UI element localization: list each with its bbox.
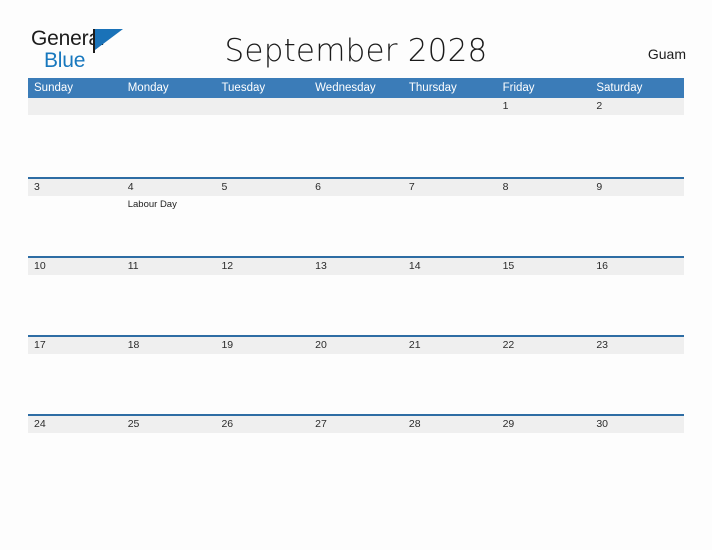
day-cell-24[interactable]: [28, 433, 122, 493]
week-event-band: [28, 354, 684, 414]
day-cell-empty: [28, 115, 122, 175]
day-number-12[interactable]: 12: [215, 258, 309, 275]
calendar-weeks: 1 2 3 4 5 6 7 8 9 Labour Day 10 11 12 13 14 15 16 17 18 19 2…: [28, 98, 684, 493]
day-number-14[interactable]: 14: [403, 258, 497, 275]
day-cell-3[interactable]: [28, 196, 122, 256]
day-cell-18[interactable]: [122, 354, 216, 414]
weekday-header-tuesday: Tuesday: [221, 82, 266, 94]
day-number-7[interactable]: 7: [403, 179, 497, 196]
day-number-15[interactable]: 15: [497, 258, 591, 275]
weekday-header-thursday: Thursday: [408, 82, 457, 94]
weekday-header-sunday: Sunday: [34, 82, 74, 94]
day-cell-1[interactable]: [497, 115, 591, 175]
calendar-week-row: 3 4 5 6 7 8 9 Labour Day: [28, 177, 684, 256]
day-number-30[interactable]: 30: [590, 416, 684, 433]
day-cell-5[interactable]: [215, 196, 309, 256]
day-number-empty: [309, 98, 403, 115]
week-date-band: 12: [28, 98, 684, 115]
day-number-5[interactable]: 5: [215, 179, 309, 196]
day-number-4[interactable]: 4: [122, 179, 216, 196]
day-cell-26[interactable]: [215, 433, 309, 493]
calendar-week-row: 17 18 19 20 21 22 23: [28, 335, 684, 414]
day-number-21[interactable]: 21: [403, 337, 497, 354]
weekday-header-row: Sunday Monday Tuesday Wednesday Thursday Frid…: [28, 78, 684, 98]
page-header: General Blue September 2028 Guam: [0, 0, 712, 78]
day-cell-empty: [403, 115, 497, 175]
day-number-23[interactable]: 23: [590, 337, 684, 354]
day-number-16[interactable]: 16: [590, 258, 684, 275]
day-cell-6[interactable]: [309, 196, 403, 256]
day-cell-28[interactable]: [403, 433, 497, 493]
day-number-empty: [28, 98, 122, 115]
day-number-18[interactable]: 18: [122, 337, 216, 354]
day-cell-16[interactable]: [590, 275, 684, 335]
day-cell-21[interactable]: [403, 354, 497, 414]
day-cell-12[interactable]: [215, 275, 309, 335]
day-cell-empty: [215, 115, 309, 175]
day-number-2[interactable]: 2: [590, 98, 684, 115]
day-number-empty: [403, 98, 497, 115]
calendar-week-row: 24 25 26 27 28 29 30: [28, 414, 684, 493]
week-date-band: 24 25 26 27 28 29 30: [28, 416, 684, 433]
weekday-header-monday: Monday: [127, 82, 169, 94]
week-event-band: Labour Day: [28, 196, 684, 256]
day-cell-27[interactable]: [309, 433, 403, 493]
week-event-band: [28, 115, 684, 175]
day-number-27[interactable]: 27: [309, 416, 403, 433]
day-number-19[interactable]: 19: [215, 337, 309, 354]
day-cell-29[interactable]: [497, 433, 591, 493]
day-number-11[interactable]: 11: [122, 258, 216, 275]
day-number-17[interactable]: 17: [28, 337, 122, 354]
day-number-empty: [122, 98, 216, 115]
day-number-29[interactable]: 29: [497, 416, 591, 433]
day-number-22[interactable]: 22: [497, 337, 591, 354]
day-cell-15[interactable]: [497, 275, 591, 335]
day-cell-30[interactable]: [590, 433, 684, 493]
day-cell-9[interactable]: [590, 196, 684, 256]
day-number-6[interactable]: 6: [309, 179, 403, 196]
day-cell-14[interactable]: [403, 275, 497, 335]
day-cell-17[interactable]: [28, 354, 122, 414]
weekday-header-saturday: Saturday: [596, 82, 643, 94]
weekday-header-wednesday: Wednesday: [315, 82, 376, 94]
week-event-band: [28, 433, 684, 493]
day-number-25[interactable]: 25: [122, 416, 216, 433]
day-number-9[interactable]: 9: [590, 179, 684, 196]
day-number-13[interactable]: 13: [309, 258, 403, 275]
day-cell-23[interactable]: [590, 354, 684, 414]
day-number-8[interactable]: 8: [497, 179, 591, 196]
day-cell-10[interactable]: [28, 275, 122, 335]
week-date-band: 17 18 19 20 21 22 23: [28, 337, 684, 354]
day-number-3[interactable]: 3: [28, 179, 122, 196]
week-date-band: 3456789: [28, 179, 684, 196]
day-cell-25[interactable]: [122, 433, 216, 493]
day-number-24[interactable]: 24: [28, 416, 122, 433]
day-cell-2[interactable]: [590, 115, 684, 175]
day-number-empty: [215, 98, 309, 115]
locale-label: Guam: [647, 46, 686, 62]
day-cell-19[interactable]: [215, 354, 309, 414]
event-label: Labour Day: [127, 199, 177, 210]
day-cell-empty: [309, 115, 403, 175]
day-number-20[interactable]: 20: [309, 337, 403, 354]
calendar-week-row: 12: [28, 98, 684, 177]
calendar-week-row: 10 11 12 13 14 15 16: [28, 256, 684, 335]
day-cell-20[interactable]: [309, 354, 403, 414]
day-cell-8[interactable]: [497, 196, 591, 256]
day-number-10[interactable]: 10: [28, 258, 122, 275]
week-event-band: [28, 275, 684, 335]
day-cell-13[interactable]: [309, 275, 403, 335]
day-cell-4[interactable]: Labour Day: [122, 196, 216, 256]
day-number-26[interactable]: 26: [215, 416, 309, 433]
day-cell-empty: [122, 115, 216, 175]
calendar-grid: Sunday Monday Tuesday Wednesday Thursday Frid…: [28, 78, 684, 493]
page-title: September 2028: [224, 33, 488, 69]
weekday-header-friday: Friday: [502, 82, 535, 94]
day-number-28[interactable]: 28: [403, 416, 497, 433]
day-cell-7[interactable]: [403, 196, 497, 256]
day-number-1[interactable]: 1: [497, 98, 591, 115]
week-date-band: 10 11 12 13 14 15 16: [28, 258, 684, 275]
day-cell-11[interactable]: [122, 275, 216, 335]
day-cell-22[interactable]: [497, 354, 591, 414]
